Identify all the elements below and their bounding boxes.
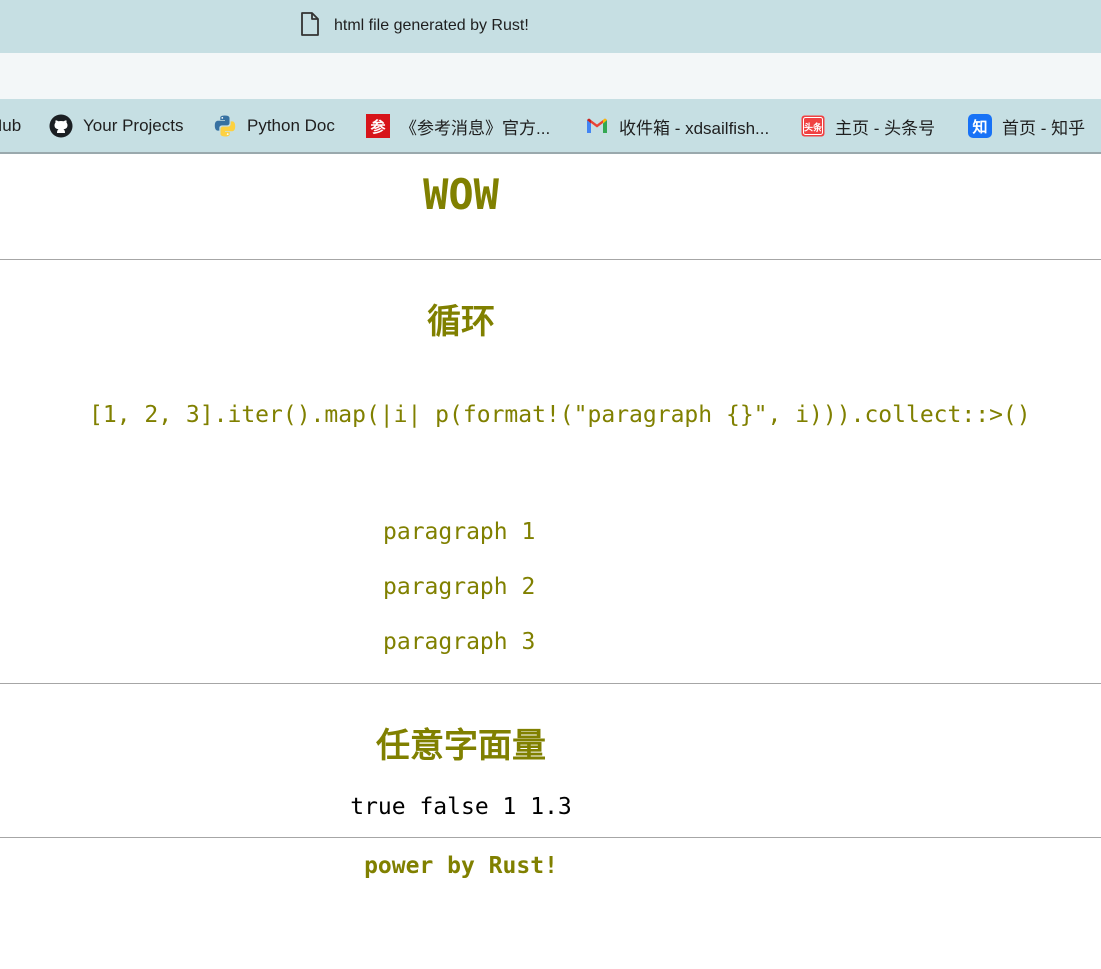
browser-titlebar: html file generated by Rust! <box>0 0 1101 53</box>
divider <box>0 837 1101 838</box>
bookmark-label: 收件箱 - xdsailfish... <box>619 118 770 138</box>
footer-text: power by Rust! <box>364 853 558 879</box>
page-content: WOW 循环 [1, 2, 3].iter().map(|i| p(format… <box>0 156 1101 969</box>
divider <box>0 683 1101 684</box>
address-bar[interactable] <box>0 53 1101 99</box>
bookmark-label: Hub <box>0 116 22 135</box>
bookmark-toutiao[interactable]: 头条 主页 - 头条号 <box>801 113 935 139</box>
bookmark-label: Your Projects <box>83 116 184 135</box>
divider <box>0 259 1101 260</box>
zhihu-icon: 知 <box>968 114 992 138</box>
file-icon <box>300 11 320 41</box>
svg-text:头条: 头条 <box>804 122 823 134</box>
paragraph-item: paragraph 2 <box>383 574 536 600</box>
bookmark-label: 首页 - 知乎 <box>1002 118 1086 138</box>
cankaoxiaoxi-icon: 参 <box>366 114 390 138</box>
bookmark-label: 主页 - 头条号 <box>835 118 936 138</box>
github-icon <box>49 114 73 138</box>
toutiao-icon: 头条 <box>801 114 825 138</box>
bookmark-label: 《参考消息》官方... <box>400 118 551 138</box>
svg-text:知: 知 <box>972 118 987 136</box>
bookmark-cankaoxiaoxi[interactable]: 参 《参考消息》官方... <box>366 113 550 139</box>
loop-code: [1, 2, 3].iter().map(|i| p(format!("para… <box>89 402 1031 428</box>
tab-title: html file generated by Rust! <box>334 17 529 34</box>
bookmark-github[interactable]: Hub <box>0 113 21 139</box>
gmail-icon <box>585 114 609 138</box>
bookmarks-bar: Hub Your Projects Python Doc 参 <box>0 99 1101 154</box>
active-tab[interactable]: html file generated by Rust! <box>300 11 529 41</box>
page-title: WOW <box>423 170 499 219</box>
svg-text:参: 参 <box>370 118 386 136</box>
paragraph-item: paragraph 1 <box>383 519 536 545</box>
python-icon <box>213 114 237 138</box>
paragraph-item: paragraph 3 <box>383 629 536 655</box>
bookmark-zhihu[interactable]: 知 首页 - 知乎 <box>968 113 1085 139</box>
loop-heading: 循环 <box>427 302 495 342</box>
literal-heading: 任意字面量 <box>376 726 546 766</box>
bookmark-gmail[interactable]: 收件箱 - xdsailfish... <box>585 113 769 139</box>
bookmark-label: Python Doc <box>247 116 335 135</box>
literal-values: true false 1 1.3 <box>350 794 572 820</box>
bookmark-python-doc[interactable]: Python Doc <box>213 113 335 139</box>
bookmark-your-projects[interactable]: Your Projects <box>49 113 183 139</box>
